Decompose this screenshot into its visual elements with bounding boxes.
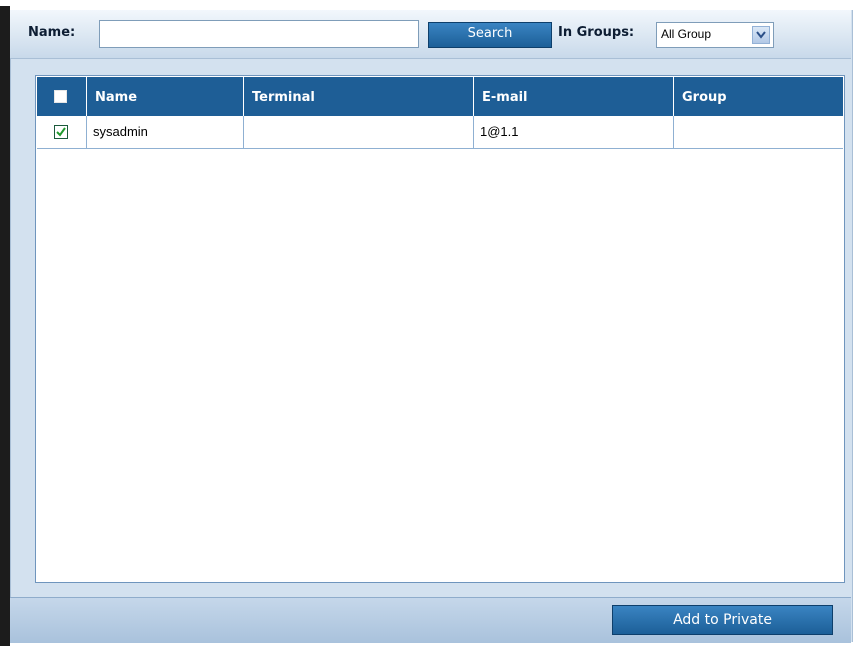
search-button[interactable]: Search xyxy=(428,22,552,48)
cell-group xyxy=(674,116,843,148)
add-to-private-button[interactable]: Add to Private xyxy=(612,605,833,635)
chevron-down-icon[interactable] xyxy=(752,26,770,44)
column-header-name[interactable]: Name xyxy=(87,77,244,116)
groups-select[interactable]: All Group xyxy=(656,22,774,48)
cell-name: sysadmin xyxy=(87,116,244,148)
checkmark-icon xyxy=(56,127,66,137)
name-search-input[interactable] xyxy=(99,20,419,48)
users-table: Name Terminal E-mail Group sysadmin 1@1.… xyxy=(35,75,845,583)
cell-email: 1@1.1 xyxy=(474,116,674,148)
select-all-checkbox[interactable] xyxy=(54,90,67,103)
column-header-email[interactable]: E-mail xyxy=(474,77,674,116)
row-checkbox[interactable] xyxy=(54,125,68,139)
cut-off-header xyxy=(0,0,859,6)
row-check-cell xyxy=(37,116,87,148)
in-groups-label: In Groups: xyxy=(558,25,635,40)
cell-terminal xyxy=(244,116,474,148)
window-edge xyxy=(0,6,10,646)
table-header: Name Terminal E-mail Group xyxy=(37,77,843,116)
column-header-terminal[interactable]: Terminal xyxy=(244,77,474,116)
groups-selected-value: All Group xyxy=(661,27,712,41)
name-label: Name: xyxy=(28,25,76,40)
header-check-cell xyxy=(37,77,87,116)
column-header-group[interactable]: Group xyxy=(674,77,843,116)
table-row[interactable]: sysadmin 1@1.1 xyxy=(37,116,843,149)
